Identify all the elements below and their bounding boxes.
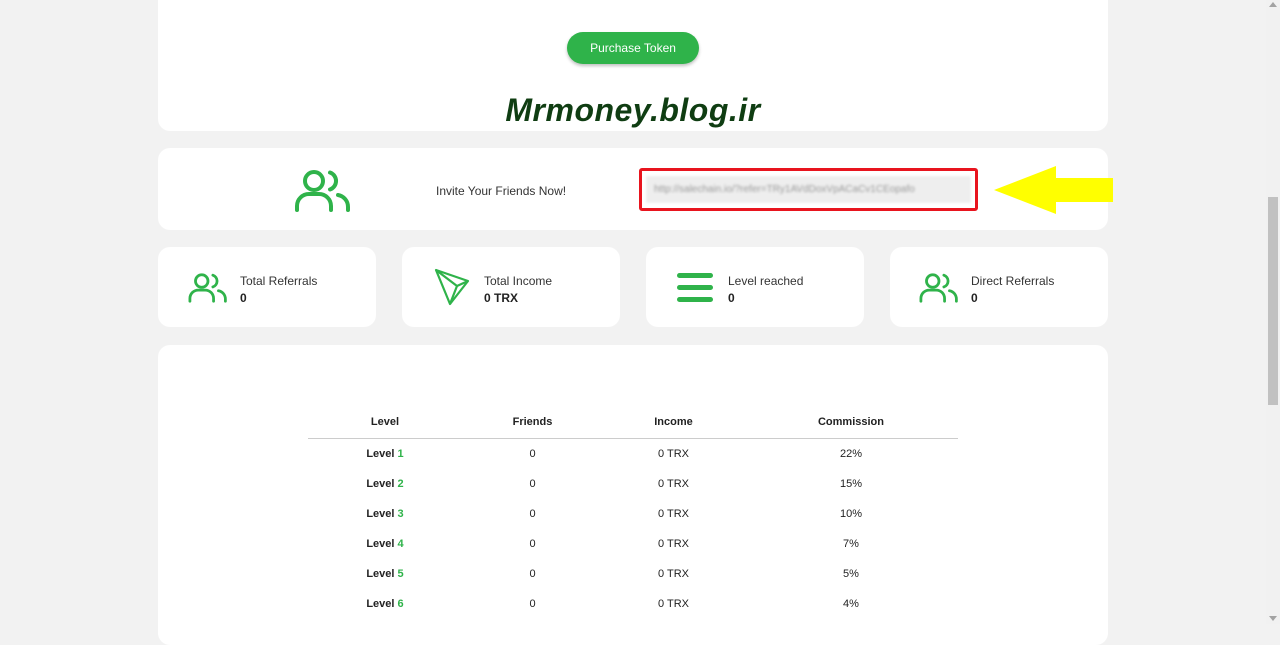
level-word: Level	[366, 478, 395, 490]
scroll-down-arrow-icon[interactable]	[1269, 616, 1277, 621]
level-word: Level	[366, 508, 395, 520]
income-cell: 0 TRX	[658, 508, 689, 520]
level-number: 4	[397, 538, 404, 550]
table-row: Level 6 0 0 TRX 4%	[308, 589, 958, 619]
stat-value: 0	[728, 291, 735, 305]
level-number: 2	[397, 478, 404, 490]
friends-cell: 0	[529, 598, 536, 610]
menu-bars-icon	[677, 273, 713, 308]
stat-label: Direct Referrals	[971, 274, 1055, 288]
stat-value: 0 TRX	[484, 291, 519, 305]
purchase-token-button[interactable]: Purchase Token	[567, 32, 699, 64]
level-cell: Level 3	[308, 499, 462, 529]
income-cell: 0 TRX	[658, 568, 689, 580]
referral-link-field[interactable]	[646, 176, 971, 203]
levels-table: Level Friends Income Commission Level 1 …	[308, 416, 958, 619]
level-word: Level	[366, 538, 395, 550]
commission-cell: 7%	[843, 538, 859, 550]
table-header-row: Level Friends Income Commission	[308, 416, 958, 439]
stat-label: Total Referrals	[240, 274, 318, 288]
level-word: Level	[366, 598, 395, 610]
level-number: 3	[397, 508, 404, 520]
stat-label: Level reached	[728, 274, 804, 288]
users-icon	[294, 168, 352, 219]
watermark-text: Mrmoney.blog.ir	[505, 92, 761, 128]
commission-cell: 22%	[839, 448, 863, 460]
stat-value: 0	[240, 291, 247, 305]
level-number: 6	[397, 598, 404, 610]
level-cell: Level 1	[308, 439, 462, 470]
table-row: Level 5 0 0 TRX 5%	[308, 559, 958, 589]
column-header-commission: Commission	[744, 416, 958, 439]
column-header-income: Income	[603, 416, 744, 439]
commission-cell: 4%	[843, 598, 859, 610]
friends-cell: 0	[529, 508, 536, 520]
level-cell: Level 6	[308, 589, 462, 619]
tron-icon	[434, 268, 470, 311]
users-icon	[187, 272, 229, 309]
table-row: Level 1 0 0 TRX 22%	[308, 439, 958, 470]
table-row: Level 4 0 0 TRX 7%	[308, 529, 958, 559]
friends-cell: 0	[529, 538, 536, 550]
income-cell: 0 TRX	[658, 598, 689, 610]
commission-cell: 5%	[843, 568, 859, 580]
scrollbar-thumb[interactable]	[1268, 197, 1278, 405]
friends-cell: 0	[529, 568, 536, 580]
level-number: 5	[397, 568, 404, 580]
friends-cell: 0	[529, 478, 536, 490]
column-header-friends: Friends	[462, 416, 603, 439]
income-cell: 0 TRX	[658, 538, 689, 550]
commission-cell: 10%	[839, 508, 863, 520]
friends-cell: 0	[529, 448, 536, 460]
level-word: Level	[366, 448, 395, 460]
table-row: Level 3 0 0 TRX 10%	[308, 499, 958, 529]
column-header-level: Level	[308, 416, 462, 439]
level-cell: Level 4	[308, 529, 462, 559]
table-row: Level 2 0 0 TRX 15%	[308, 469, 958, 499]
level-word: Level	[366, 568, 395, 580]
commission-cell: 15%	[839, 478, 863, 490]
pointer-arrow-icon	[994, 166, 1114, 221]
users-icon	[918, 272, 960, 309]
level-cell: Level 5	[308, 559, 462, 589]
income-cell: 0 TRX	[658, 448, 689, 460]
stat-label: Total Income	[484, 274, 553, 288]
level-cell: Level 2	[308, 469, 462, 499]
invite-label: Invite Your Friends Now!	[436, 184, 567, 198]
scroll-up-arrow-icon[interactable]	[1269, 2, 1277, 7]
level-number: 1	[397, 448, 404, 460]
stat-value: 0	[971, 291, 978, 305]
income-cell: 0 TRX	[658, 478, 689, 490]
